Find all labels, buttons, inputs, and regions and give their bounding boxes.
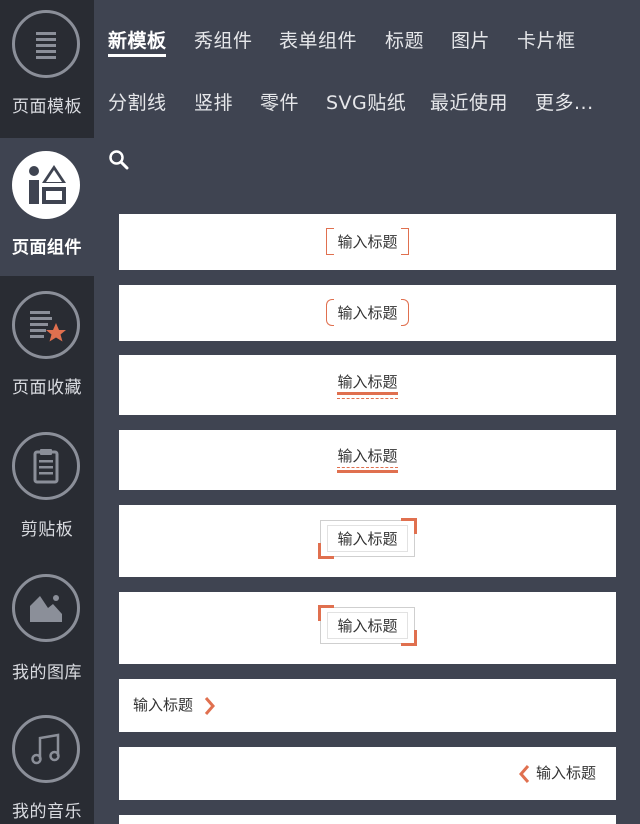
underline-solid	[337, 470, 398, 473]
sidebar-item-label: 我的音乐	[12, 802, 82, 822]
title-component-right-arrow-left[interactable]: 输入标题	[119, 747, 616, 800]
sidebar-item-label: 剪贴板	[20, 520, 74, 540]
corner-accent	[318, 605, 335, 621]
component-title-text: 输入标题	[536, 764, 597, 782]
sidebar-item-label: 页面组件	[12, 238, 82, 258]
sidebar: 页面模板 页面组件 页面收藏 剪贴板 我的图库 我的音乐	[0, 0, 94, 824]
corner-accent	[400, 630, 417, 646]
underline-dashed	[337, 398, 398, 399]
component-title-text: 输入标题	[337, 373, 398, 391]
sidebar-item-page-favorites[interactable]: 页面收藏	[0, 276, 94, 414]
underline-solid	[337, 392, 398, 395]
chevron-right-icon	[204, 697, 215, 715]
chevron-left-icon	[519, 765, 530, 783]
tab-titles[interactable]: 标题	[385, 26, 424, 53]
page-components-icon	[12, 151, 80, 219]
sidebar-item-page-template[interactable]: 页面模板	[0, 0, 94, 138]
tab-card-frames[interactable]: 卡片框	[517, 26, 576, 53]
page-template-icon	[12, 10, 80, 78]
active-tab-indicator	[108, 54, 166, 57]
my-music-icon	[12, 715, 80, 783]
component-title-text: 输入标题	[327, 612, 408, 639]
component-title-text: 输入标题	[327, 525, 408, 552]
sidebar-item-page-components[interactable]: 页面组件	[0, 138, 94, 276]
tab-more[interactable]: 更多...	[535, 88, 594, 115]
search-icon[interactable]	[108, 149, 130, 171]
tab-form-components[interactable]: 表单组件	[279, 26, 357, 53]
sidebar-item-label: 我的图库	[12, 663, 82, 683]
title-component-square-bracket[interactable]: 输入标题	[119, 214, 616, 270]
sidebar-item-my-gallery[interactable]: 我的图库	[0, 552, 94, 690]
tab-dividers[interactable]: 分割线	[108, 88, 167, 115]
title-component-corner-frame-a[interactable]: 输入标题	[119, 505, 616, 577]
title-component-round-bracket[interactable]: 输入标题	[119, 285, 616, 341]
tab-vertical[interactable]: 竖排	[194, 88, 233, 115]
component-title-text: 输入标题	[337, 447, 398, 465]
title-component-corner-frame-b[interactable]: 输入标题	[119, 592, 616, 664]
title-component-partial[interactable]	[119, 815, 616, 824]
tab-recently-used[interactable]: 最近使用	[430, 88, 508, 115]
title-component-underline-dashed[interactable]: 输入标题	[119, 430, 616, 490]
corner-accent	[400, 518, 417, 534]
my-gallery-icon	[12, 574, 80, 642]
corner-accent	[318, 543, 335, 559]
tab-images[interactable]: 图片	[451, 26, 490, 53]
component-title-text: 输入标题	[337, 304, 398, 322]
underline-dashed	[337, 467, 398, 468]
clipboard-icon	[12, 432, 80, 500]
title-component-left-arrow-right[interactable]: 输入标题	[119, 679, 616, 732]
tab-show-components[interactable]: 秀组件	[194, 26, 253, 53]
component-title-text: 输入标题	[133, 696, 194, 714]
tab-new-template[interactable]: 新模板	[108, 26, 167, 53]
title-component-underline-solid[interactable]: 输入标题	[119, 355, 616, 415]
tab-parts[interactable]: 零件	[260, 88, 299, 115]
sidebar-item-clipboard[interactable]: 剪贴板	[0, 414, 94, 552]
tab-svg-stickers[interactable]: SVG贴纸	[326, 88, 406, 115]
sidebar-item-label: 页面收藏	[12, 378, 82, 398]
sidebar-item-my-music[interactable]: 我的音乐	[0, 690, 94, 824]
component-title-text: 输入标题	[337, 233, 398, 251]
page-favorites-icon	[12, 291, 80, 359]
sidebar-item-label: 页面模板	[12, 97, 82, 117]
